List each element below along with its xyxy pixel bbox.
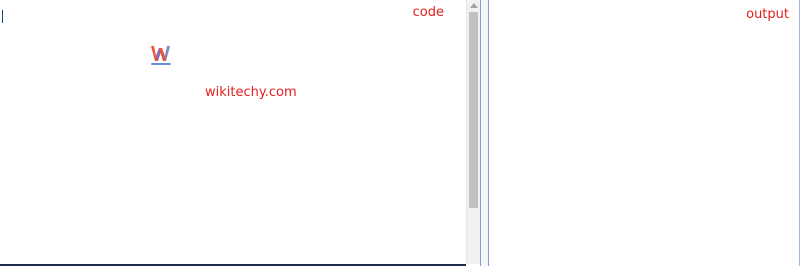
output-pane-label: output [746,7,789,22]
output-pane: output [489,0,800,266]
site-watermark: wikitechy.com [205,85,297,100]
wikitechy-logo-icon [151,46,171,65]
text-caret [2,10,3,23]
code-pane[interactable]: code wikitechy.com [0,0,466,266]
pane-splitter[interactable] [480,0,489,266]
scroll-up-arrow-icon[interactable] [470,3,478,8]
scroll-thumb[interactable] [469,12,478,208]
editor-window: code wikitechy.com output [0,0,800,266]
code-pane-scrollbar[interactable] [466,0,480,264]
code-pane-label: code [412,5,444,20]
